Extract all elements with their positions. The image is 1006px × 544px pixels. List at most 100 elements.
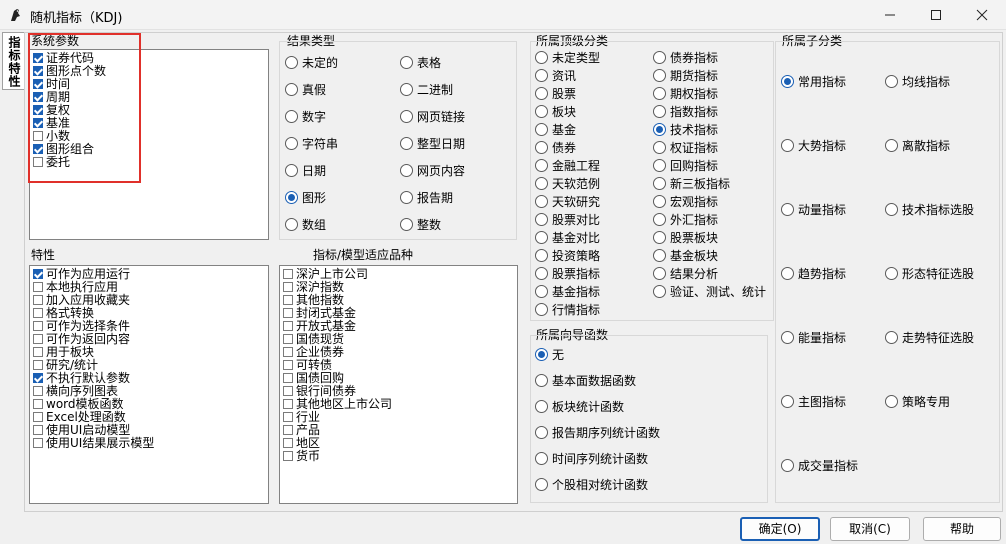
radio-empty-icon[interactable]: [653, 141, 666, 154]
radio-item[interactable]: 未定类型: [535, 50, 600, 66]
radio-item[interactable]: 基本面数据函数: [535, 373, 636, 389]
radio-item[interactable]: 新三板指标: [653, 176, 730, 192]
radio-empty-icon[interactable]: [653, 213, 666, 226]
maximize-button[interactable]: [913, 0, 959, 30]
radio-empty-icon[interactable]: [535, 452, 548, 465]
radio-item[interactable]: 走势特征选股: [885, 330, 974, 346]
radio-item[interactable]: 成交量指标: [781, 458, 858, 474]
radio-item[interactable]: 基金: [535, 122, 576, 138]
radio-item[interactable]: 验证、测试、统计: [653, 284, 766, 300]
radio-empty-icon[interactable]: [535, 105, 548, 118]
radio-empty-icon[interactable]: [653, 159, 666, 172]
radio-empty-icon[interactable]: [653, 105, 666, 118]
checkbox-item[interactable]: 货币: [283, 450, 320, 463]
radio-item[interactable]: 图形: [285, 190, 326, 206]
radio-item[interactable]: 行情指标: [535, 302, 600, 318]
radio-empty-icon[interactable]: [885, 395, 898, 408]
radio-selected-icon[interactable]: [781, 75, 794, 88]
radio-item[interactable]: 基金板块: [653, 248, 718, 264]
radio-empty-icon[interactable]: [285, 56, 298, 69]
checkbox-empty-icon[interactable]: [33, 399, 43, 409]
radio-empty-icon[interactable]: [535, 478, 548, 491]
radio-item[interactable]: 指数指标: [653, 104, 718, 120]
radio-item[interactable]: 时间序列统计函数: [535, 451, 648, 467]
radio-item[interactable]: 大势指标: [781, 138, 846, 154]
checkbox-empty-icon[interactable]: [283, 386, 293, 396]
checkbox-empty-icon[interactable]: [283, 425, 293, 435]
checkbox-empty-icon[interactable]: [283, 308, 293, 318]
checkbox-empty-icon[interactable]: [283, 269, 293, 279]
radio-empty-icon[interactable]: [400, 137, 413, 150]
radio-empty-icon[interactable]: [400, 164, 413, 177]
radio-empty-icon[interactable]: [535, 267, 548, 280]
radio-empty-icon[interactable]: [535, 51, 548, 64]
radio-item[interactable]: 外汇指标: [653, 212, 718, 228]
features-list[interactable]: 可作为应用运行 本地执行应用 加入应用收藏夹 格式转换 可作为选择条件 可作为返回内容 用于…: [29, 265, 269, 504]
radio-item[interactable]: 技术指标: [653, 122, 718, 138]
checkbox-item[interactable]: 使用UI结果展示模型: [33, 437, 154, 450]
radio-item[interactable]: 报告期序列统计函数: [535, 425, 660, 441]
radio-empty-icon[interactable]: [535, 123, 548, 136]
checkbox-empty-icon[interactable]: [33, 321, 43, 331]
radio-item[interactable]: 股票: [535, 86, 576, 102]
radio-empty-icon[interactable]: [400, 56, 413, 69]
radio-empty-icon[interactable]: [535, 177, 548, 190]
radio-empty-icon[interactable]: [535, 303, 548, 316]
radio-empty-icon[interactable]: [653, 51, 666, 64]
radio-empty-icon[interactable]: [285, 137, 298, 150]
radio-item[interactable]: 整型日期: [400, 136, 465, 152]
radio-item[interactable]: 结果分析: [653, 266, 718, 282]
checkbox-empty-icon[interactable]: [283, 438, 293, 448]
radio-item[interactable]: 投资策略: [535, 248, 600, 264]
radio-item[interactable]: 板块统计函数: [535, 399, 624, 415]
checkbox-empty-icon[interactable]: [33, 360, 43, 370]
radio-empty-icon[interactable]: [535, 69, 548, 82]
radio-item[interactable]: 股票对比: [535, 212, 600, 228]
radio-item[interactable]: 基金对比: [535, 230, 600, 246]
checkbox-empty-icon[interactable]: [283, 373, 293, 383]
radio-item[interactable]: 离散指标: [885, 138, 950, 154]
radio-item[interactable]: 能量指标: [781, 330, 846, 346]
checkbox-empty-icon[interactable]: [33, 412, 43, 422]
cancel-button[interactable]: 取消(C): [830, 517, 910, 541]
radio-empty-icon[interactable]: [535, 374, 548, 387]
radio-item[interactable]: 策略专用: [885, 394, 950, 410]
checkbox-empty-icon[interactable]: [33, 438, 43, 448]
radio-empty-icon[interactable]: [535, 426, 548, 439]
radio-empty-icon[interactable]: [535, 87, 548, 100]
checkbox-empty-icon[interactable]: [33, 308, 43, 318]
checkbox-empty-icon[interactable]: [283, 347, 293, 357]
checkbox-checked-icon[interactable]: [33, 269, 43, 279]
radio-empty-icon[interactable]: [781, 203, 794, 216]
checkbox-empty-icon[interactable]: [283, 334, 293, 344]
radio-empty-icon[interactable]: [781, 395, 794, 408]
radio-empty-icon[interactable]: [885, 139, 898, 152]
radio-item[interactable]: 数组: [285, 217, 326, 233]
checkbox-empty-icon[interactable]: [283, 399, 293, 409]
radio-empty-icon[interactable]: [400, 191, 413, 204]
radio-empty-icon[interactable]: [285, 218, 298, 231]
radio-empty-icon[interactable]: [781, 139, 794, 152]
checkbox-empty-icon[interactable]: [283, 295, 293, 305]
radio-item[interactable]: 个股相对统计函数: [535, 477, 648, 493]
radio-empty-icon[interactable]: [885, 267, 898, 280]
radio-empty-icon[interactable]: [653, 69, 666, 82]
close-button[interactable]: [959, 0, 1005, 30]
radio-item[interactable]: 股票板块: [653, 230, 718, 246]
radio-item[interactable]: 真假: [285, 82, 326, 98]
radio-item[interactable]: 技术指标选股: [885, 202, 974, 218]
radio-empty-icon[interactable]: [885, 331, 898, 344]
checkbox-empty-icon[interactable]: [283, 360, 293, 370]
radio-empty-icon[interactable]: [535, 285, 548, 298]
radio-item[interactable]: 整数: [400, 217, 441, 233]
applicable-list[interactable]: 深沪上市公司 深沪指数 其他指数 封闭式基金 开放式基金 国债现货 企业债券 可转债 国债回购银…: [279, 265, 518, 504]
radio-selected-icon[interactable]: [285, 191, 298, 204]
radio-item[interactable]: 股票指标: [535, 266, 600, 282]
radio-item[interactable]: 板块: [535, 104, 576, 120]
tab-indicator-properties[interactable]: 指标特性: [2, 32, 24, 90]
radio-item[interactable]: 基金指标: [535, 284, 600, 300]
radio-selected-icon[interactable]: [653, 123, 666, 136]
radio-item[interactable]: 权证指标: [653, 140, 718, 156]
radio-empty-icon[interactable]: [535, 195, 548, 208]
radio-empty-icon[interactable]: [535, 231, 548, 244]
